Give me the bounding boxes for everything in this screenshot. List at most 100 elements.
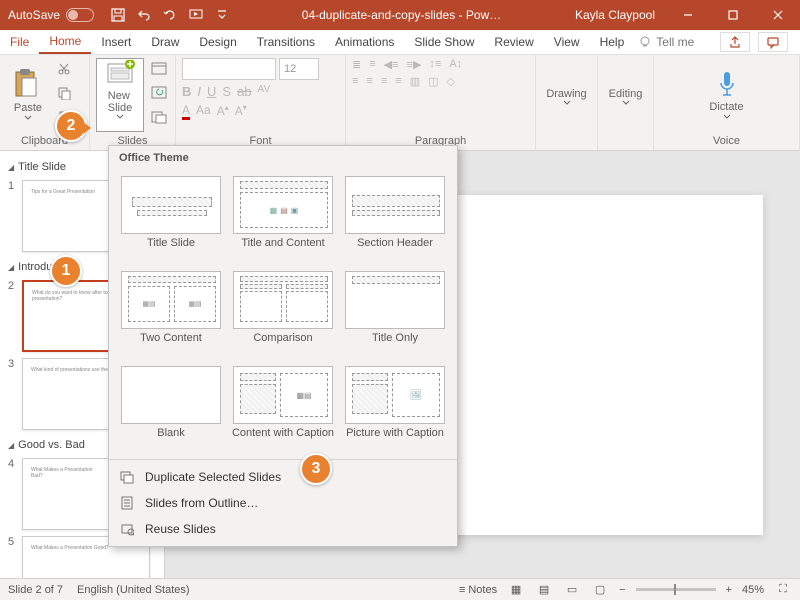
spacing-button[interactable]: AV	[258, 84, 271, 99]
case-button[interactable]: Aa	[196, 103, 211, 120]
align-left-button[interactable]: ≡	[352, 75, 358, 88]
shrink-font-button[interactable]: A▾	[235, 103, 247, 120]
section-icon	[151, 110, 167, 124]
tell-me[interactable]: Tell me	[638, 35, 694, 49]
tab-transitions[interactable]: Transitions	[247, 31, 325, 53]
justify-button[interactable]: ≡	[395, 75, 401, 88]
numbering-button[interactable]: ≡	[369, 58, 375, 71]
align-text-button[interactable]: ◫	[428, 75, 438, 88]
tab-home[interactable]: Home	[39, 30, 91, 54]
comments-button[interactable]	[758, 32, 788, 52]
notes-button[interactable]: ≡ Notes	[459, 584, 497, 596]
layout-button[interactable]	[148, 58, 170, 80]
tab-draw[interactable]: Draw	[141, 31, 189, 53]
zoom-level[interactable]: 45%	[742, 584, 764, 596]
group-font: 12 B I U S ab AV A Aa A▴ A▾ Font	[176, 55, 346, 150]
slideshow-icon[interactable]	[188, 7, 204, 23]
section-button[interactable]	[148, 106, 170, 128]
layout-two-content[interactable]: ▦▤▦▤ Two Content	[115, 267, 227, 362]
italic-button[interactable]: I	[197, 84, 201, 99]
zoom-out-button[interactable]: −	[619, 584, 625, 596]
redo-icon[interactable]	[162, 7, 178, 23]
fit-to-window-icon[interactable]: ⛶	[774, 582, 792, 598]
align-right-button[interactable]: ≡	[381, 75, 387, 88]
autosave-toggle[interactable]: AutoSave	[0, 8, 102, 22]
maximize-button[interactable]	[710, 0, 755, 30]
layout-comparison[interactable]: Comparison	[227, 267, 339, 362]
tellme-label: Tell me	[656, 35, 694, 49]
slides-from-outline-menu[interactable]: Slides from Outline…	[109, 490, 457, 516]
share-button[interactable]	[720, 32, 750, 52]
tab-animations[interactable]: Animations	[325, 31, 404, 53]
paste-button[interactable]: Paste	[6, 58, 50, 130]
new-slide-button[interactable]: New Slide	[96, 58, 144, 132]
chevron-down-icon	[723, 114, 731, 119]
qat-more-icon[interactable]	[214, 7, 230, 23]
columns-button[interactable]: ▥	[410, 75, 420, 88]
tab-help[interactable]: Help	[590, 31, 635, 53]
layout-title-slide[interactable]: Title Slide	[115, 172, 227, 267]
drawing-button[interactable]: Drawing	[545, 60, 589, 132]
layout-section-header[interactable]: Section Header	[339, 172, 451, 267]
align-center-button[interactable]: ≡	[366, 75, 372, 88]
scissors-icon	[57, 62, 71, 76]
outline-icon	[119, 495, 135, 511]
font-size-select[interactable]: 12	[279, 58, 319, 80]
language-status[interactable]: English (United States)	[77, 584, 190, 596]
linespacing-button[interactable]: ↕≡	[429, 58, 441, 71]
tab-insert[interactable]: Insert	[91, 31, 141, 53]
gallery-header: Office Theme	[109, 146, 457, 170]
zoom-slider[interactable]	[636, 588, 716, 591]
tab-view[interactable]: View	[544, 31, 590, 53]
save-icon[interactable]	[110, 7, 126, 23]
callout-3: 3	[300, 453, 332, 485]
slide-counter[interactable]: Slide 2 of 7	[8, 584, 63, 596]
layout-title-content[interactable]: ▦▤▣ Title and Content	[227, 172, 339, 267]
toggle-icon	[66, 8, 94, 22]
tab-slideshow[interactable]: Slide Show	[404, 31, 484, 53]
text-direction-button[interactable]: A↕	[449, 58, 462, 71]
tab-design[interactable]: Design	[189, 31, 246, 53]
dictate-button[interactable]: Dictate	[705, 58, 749, 130]
titlebar: AutoSave 04-duplicate-and-copy-slides - …	[0, 0, 800, 30]
bullets-button[interactable]: ≣	[352, 58, 361, 71]
editing-label: Editing	[609, 88, 643, 100]
reuse-icon	[119, 521, 135, 537]
shadow-button[interactable]: S	[222, 84, 231, 99]
cut-button[interactable]	[54, 58, 74, 80]
duplicate-slides-menu[interactable]: Duplicate Selected Slides	[109, 464, 457, 490]
grow-font-button[interactable]: A▴	[217, 103, 229, 120]
tab-file[interactable]: File	[0, 31, 39, 53]
font-family-select[interactable]	[182, 58, 276, 80]
layout-content-caption[interactable]: ▦▤ Content with Caption	[227, 362, 339, 457]
slideshow-view-icon[interactable]: ▢	[591, 582, 609, 598]
sorter-view-icon[interactable]: ▤	[535, 582, 553, 598]
reading-view-icon[interactable]: ▭	[563, 582, 581, 598]
minimize-button[interactable]	[665, 0, 710, 30]
bold-button[interactable]: B	[182, 84, 191, 99]
strike-button[interactable]: ab	[237, 84, 251, 99]
indent-left-button[interactable]: ◀≡	[384, 58, 399, 71]
copy-button[interactable]	[54, 82, 74, 104]
user-name[interactable]: Kayla Claypool	[565, 8, 665, 22]
font-color-button[interactable]: A	[182, 103, 190, 120]
close-button[interactable]	[755, 0, 800, 30]
layout-blank[interactable]: Blank	[115, 362, 227, 457]
reset-button[interactable]	[148, 82, 170, 104]
layout-icon	[151, 62, 167, 76]
underline-button[interactable]: U	[207, 84, 216, 99]
undo-icon[interactable]	[136, 7, 152, 23]
tab-review[interactable]: Review	[484, 31, 543, 53]
indent-right-button[interactable]: ≡▶	[407, 58, 422, 71]
chevron-down-icon	[563, 100, 571, 105]
zoom-in-button[interactable]: +	[726, 584, 732, 596]
editing-button[interactable]: Editing	[604, 60, 647, 132]
normal-view-icon[interactable]: ▦	[507, 582, 525, 598]
new-slide-gallery: Office Theme Title Slide ▦▤▣ Title and C…	[108, 145, 458, 547]
reset-icon	[151, 86, 167, 100]
chevron-down-icon	[24, 115, 32, 120]
smartart-button[interactable]: ◇	[447, 75, 455, 88]
layout-picture-caption[interactable]: 🖼 Picture with Caption	[339, 362, 451, 457]
layout-title-only[interactable]: Title Only	[339, 267, 451, 362]
reuse-slides-menu[interactable]: Reuse Slides	[109, 516, 457, 542]
